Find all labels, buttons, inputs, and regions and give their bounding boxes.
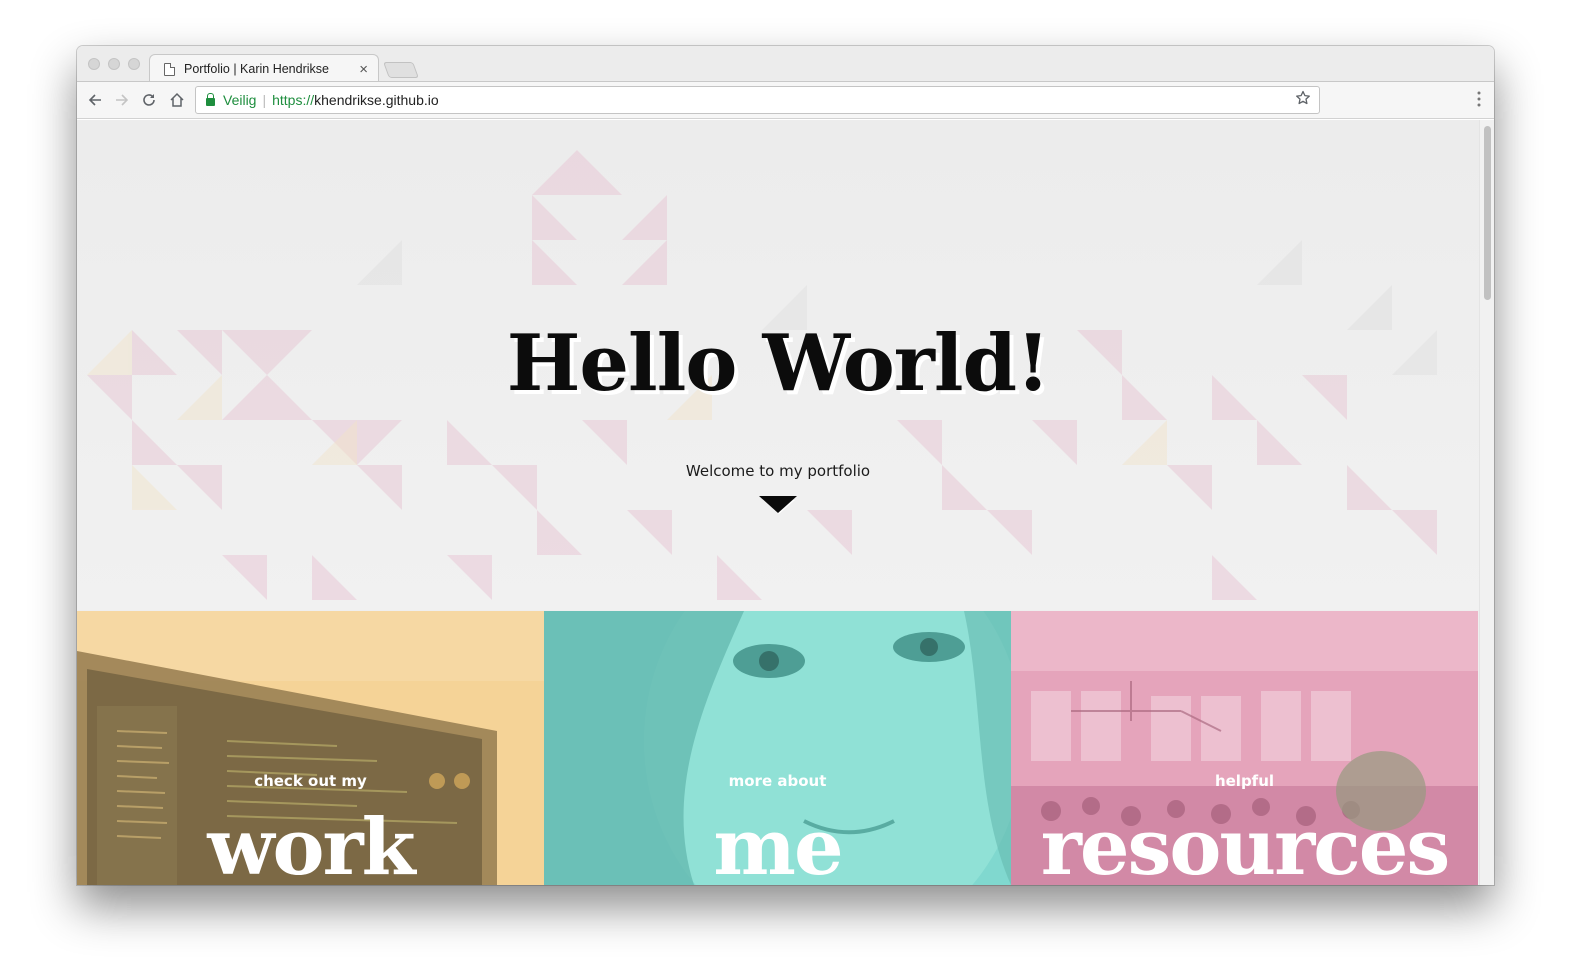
hero-section: Hello World! Welcome to my portfolio [77,120,1479,610]
section-tiles: check out my work more about me helpful … [77,611,1479,885]
tile-resources[interactable]: helpful resources [1011,611,1478,885]
secure-label: Veilig [223,92,257,108]
hero-title: Hello World! [506,318,1051,409]
browser-menu-button[interactable] [1476,90,1482,108]
close-tab-button[interactable]: × [359,62,368,77]
url-scheme: https:// [272,92,315,108]
address-separator: | [262,92,267,108]
page-viewport: Hello World! Welcome to my portfolio che… [77,120,1479,885]
browser-toolbar: Veilig | https:// khendrikse.github.io [77,81,1494,119]
more-vert-icon [1477,91,1481,107]
tile-work-title: work [207,802,415,886]
arrow-right-icon [116,94,129,106]
tile-work[interactable]: check out my work [77,611,544,885]
page-scrollbar[interactable] [1479,120,1494,885]
scroll-down-arrow-icon[interactable] [759,496,797,518]
tile-me[interactable]: more about me [544,611,1011,885]
hero-subtitle: Welcome to my portfolio [685,462,871,480]
new-tab-button[interactable] [383,62,419,78]
arrow-left-icon [88,94,101,106]
back-button[interactable] [84,89,106,111]
reload-button[interactable] [138,89,160,111]
url-host: khendrikse.github.io [314,92,439,108]
tile-me-title: me [713,802,843,886]
bookmark-button[interactable] [1295,90,1311,111]
home-icon [170,92,184,107]
scrollbar-thumb[interactable] [1484,126,1491,300]
tile-me-label: more about [728,772,827,790]
tab-strip: Portfolio | Karin Hendrikse × [77,46,1494,83]
zoom-window-button[interactable] [128,58,140,70]
page-icon [164,62,175,76]
minimize-window-button[interactable] [108,58,120,70]
tile-work-label: check out my [254,772,367,790]
tab-title: Portfolio | Karin Hendrikse [184,62,329,76]
star-icon [1296,90,1310,105]
home-button[interactable] [166,89,188,111]
tab-portfolio[interactable]: Portfolio | Karin Hendrikse × [149,54,379,83]
reload-icon [143,94,155,106]
tile-resources-label: helpful [1214,772,1275,790]
browser-window: Portfolio | Karin Hendrikse × Veilig | h… [77,46,1494,885]
address-bar[interactable]: Veilig | https:// khendrikse.github.io [195,86,1320,114]
forward-button[interactable] [111,89,133,111]
lock-icon [206,92,215,106]
tile-resources-title: resources [1040,802,1451,886]
close-window-button[interactable] [88,58,100,70]
